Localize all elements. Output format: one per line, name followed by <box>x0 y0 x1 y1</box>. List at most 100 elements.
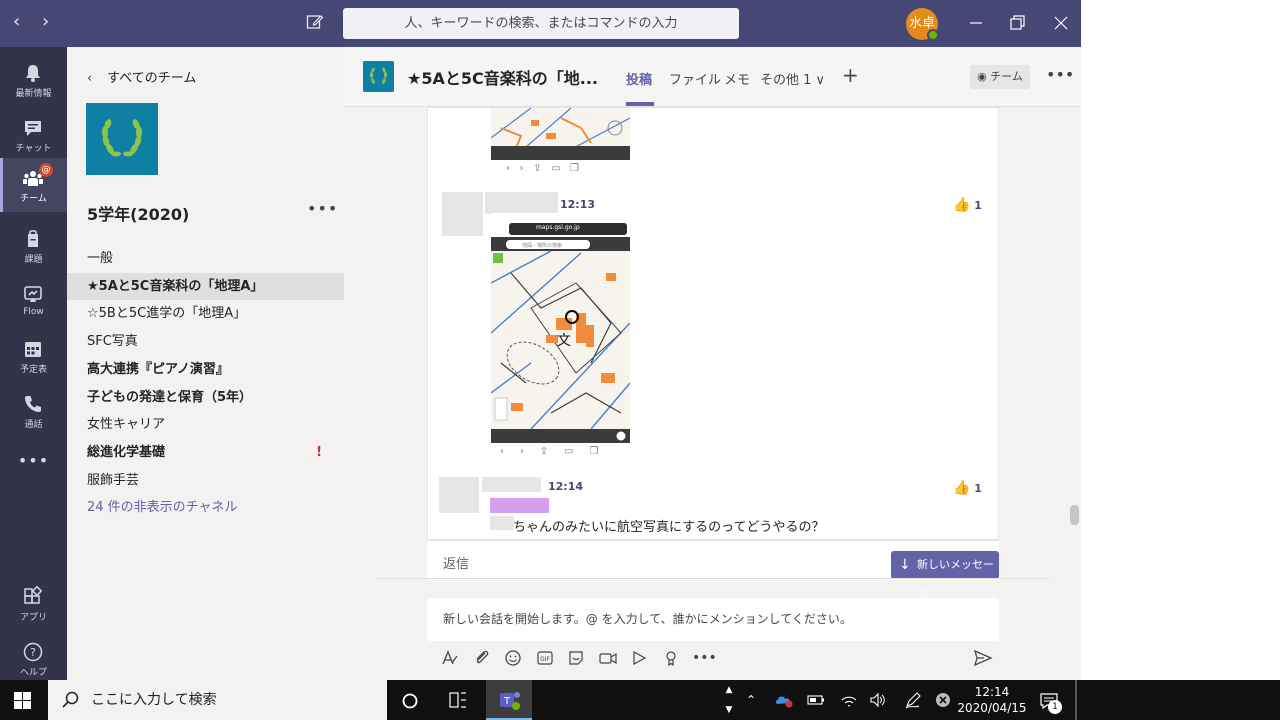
channel-item-selected[interactable]: ★5Aと5C音楽科の「地理A」 <box>67 273 344 300</box>
sticker-icon[interactable] <box>566 648 586 668</box>
active-tab-indicator <box>626 102 654 106</box>
new-messages-button[interactable]: ↓ 新しいメッセージ <box>891 551 999 599</box>
meet-now-icon[interactable] <box>598 648 618 668</box>
tab-notes[interactable]: メモ <box>724 69 750 88</box>
apps-icon <box>24 586 43 604</box>
svg-text:文: 文 <box>557 333 571 349</box>
teams-taskbar-button[interactable]: T <box>486 680 532 720</box>
calendar-icon <box>25 342 41 357</box>
new-conversation-input[interactable]: 新しい会話を開始します。@ を入力して、誰かにメンションしてください。 <box>427 598 999 641</box>
stream-icon[interactable] <box>629 648 649 668</box>
channel-item[interactable]: 服飾手芸 <box>67 467 344 494</box>
rail-item-more[interactable]: ••• <box>0 443 67 497</box>
rail-label: 最新情報 <box>15 89 52 99</box>
volume-icon[interactable] <box>869 692 887 708</box>
like-reaction[interactable]: 👍 1 <box>953 480 982 496</box>
bell-icon <box>26 65 40 82</box>
clock-date: 2020/04/15 <box>957 701 1027 715</box>
rail-item-assignments[interactable]: 課題 <box>0 219 67 273</box>
team-more-options-icon[interactable]: ••• <box>307 199 338 218</box>
task-view-icon[interactable] <box>448 691 468 709</box>
divider <box>376 578 1050 579</box>
map-screenshot-image[interactable] <box>491 108 630 160</box>
rail-item-help[interactable]: ? ヘルプ <box>0 632 67 686</box>
channel-label: 子どもの発達と保育（5年） <box>87 390 253 405</box>
reaction-count: 1 <box>974 199 982 212</box>
attach-icon[interactable] <box>472 648 492 668</box>
sender-name-redacted <box>482 477 541 492</box>
rail-item-teams[interactable]: @ チーム <box>0 158 67 212</box>
mention-highlight[interactable] <box>490 498 549 513</box>
rail-item-calls[interactable]: 通話 <box>0 384 67 438</box>
help-icon: ? <box>23 642 43 662</box>
chevron-left-icon: ‹ <box>87 71 93 86</box>
scrollbar-thumb[interactable] <box>1070 505 1079 525</box>
format-icon[interactable] <box>440 648 460 668</box>
channel-item[interactable]: 総進化学基礎! <box>67 439 344 466</box>
wifi-icon[interactable] <box>840 692 858 708</box>
tab-more[interactable]: その他 1 ∨ <box>760 69 825 88</box>
taskbar-search-placeholder: ここに入力して検索 <box>91 692 217 708</box>
rail-item-activity[interactable]: 最新情報 <box>0 53 67 107</box>
tray-scroll-arrows[interactable]: ▲ ▼ <box>722 680 736 720</box>
message-thread-card: ‹ › ⇪ ▭ ❐ 12:13 👍 1 文 ‹ › ⇪ ▭ ❐ maps.gsi… <box>427 107 999 540</box>
taskbar-clock[interactable]: 12:14 2020/04/15 <box>955 684 1029 716</box>
image-nav-icons[interactable]: ‹ › ⇪ ▭ ❐ <box>506 163 579 174</box>
team-logo-laurel-icon[interactable] <box>86 103 158 175</box>
close-circle-icon[interactable] <box>935 692 951 708</box>
mention-badge: @ <box>39 163 53 177</box>
rail-item-apps[interactable]: アプリ <box>0 577 67 631</box>
emoji-icon[interactable] <box>503 648 523 668</box>
gif-icon[interactable]: GIF <box>535 648 555 668</box>
map-search-field: 地図・場所の検索 <box>522 243 563 249</box>
all-teams-back-button[interactable]: ‹ すべてのチーム <box>87 67 196 86</box>
channel-label: 一般 <box>87 251 114 266</box>
onedrive-icon[interactable] <box>774 692 794 708</box>
tab-files[interactable]: ファイル <box>669 69 721 88</box>
channel-item[interactable]: SFC写真 <box>67 328 344 355</box>
flow-icon <box>24 286 42 302</box>
rail-item-chat[interactable]: チャット <box>0 108 67 162</box>
search-input[interactable]: 人、キーワードの検索、またはコマンドの入力 <box>343 8 739 39</box>
back-arrow-icon[interactable]: ‹ <box>13 12 20 32</box>
image-nav-icons[interactable]: ‹ › ⇪ ▭ ❐ <box>500 446 598 457</box>
rail-item-flow[interactable]: Flow <box>0 274 67 328</box>
like-reaction[interactable]: 👍 1 <box>953 197 982 213</box>
channel-label: 24 件の非表示のチャネル <box>87 500 238 515</box>
taskbar-search-input[interactable]: ここに入力して検索 <box>48 680 387 720</box>
arrow-down-icon: ↓ <box>899 557 911 573</box>
clock-time: 12:14 <box>974 685 1010 699</box>
team-view-button[interactable]: ◉ チーム <box>970 65 1030 89</box>
sender-avatar[interactable] <box>442 192 483 236</box>
channel-item[interactable]: 高大連携『ピアノ演習』 <box>67 356 344 383</box>
close-icon[interactable] <box>1050 12 1072 34</box>
praise-icon[interactable] <box>661 648 681 668</box>
channel-label: 女性キャリア <box>87 417 166 432</box>
channel-item[interactable]: 一般 <box>67 245 344 272</box>
minimize-icon[interactable] <box>965 12 987 34</box>
battery-icon[interactable] <box>807 693 825 707</box>
add-tab-icon[interactable]: + <box>842 63 859 87</box>
send-icon[interactable] <box>973 648 993 668</box>
back-label: すべてのチーム <box>107 71 197 86</box>
rail-item-calendar[interactable]: 予定表 <box>0 329 67 383</box>
channel-label: 総進化学基礎 <box>87 445 166 460</box>
show-desktop-button[interactable] <box>1075 680 1077 720</box>
cortana-icon[interactable] <box>401 692 419 710</box>
windows-start-icon[interactable] <box>14 692 31 709</box>
forward-arrow-icon[interactable]: › <box>42 12 49 32</box>
channel-item[interactable]: 子どもの発達と保育（5年） <box>67 384 344 411</box>
show-hidden-icons[interactable]: ⌃ <box>746 680 756 720</box>
compose-icon[interactable] <box>306 13 324 31</box>
hidden-channels-link[interactable]: 24 件の非表示のチャネル <box>67 494 344 521</box>
more-options-icon[interactable]: ••• <box>692 648 717 668</box>
tab-posts[interactable]: 投稿 <box>626 69 652 88</box>
restore-icon[interactable] <box>1006 12 1028 34</box>
important-icon: ! <box>316 445 322 460</box>
presence-available-icon <box>927 29 939 41</box>
channel-more-options-icon[interactable]: ••• <box>1046 65 1074 84</box>
channel-item[interactable]: ☆5Bと5C進学の「地理A」 <box>67 300 344 327</box>
channel-item[interactable]: 女性キャリア <box>67 411 344 438</box>
pen-workspace-icon[interactable] <box>904 691 922 709</box>
sender-avatar[interactable] <box>439 477 479 513</box>
